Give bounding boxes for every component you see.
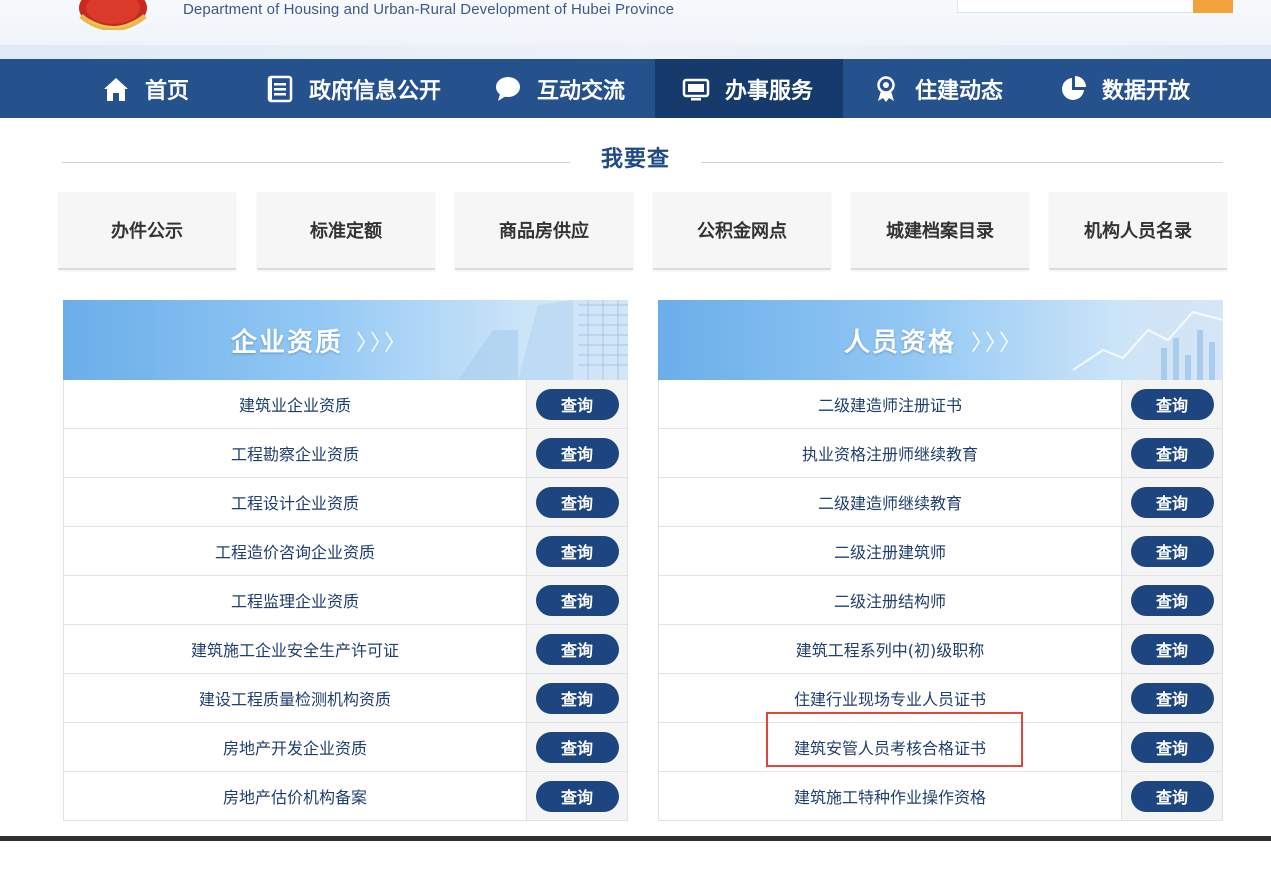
list-item: 执业资格注册师继续教育 查询	[659, 429, 1222, 478]
enterprise-list: 建筑业企业资质 查询 工程勘察企业资质 查询 工程设计企业资质 查询 工程造价咨询企业…	[63, 380, 628, 821]
personnel-panel-title: 人员资格	[844, 328, 957, 358]
search-input[interactable]	[957, 0, 1195, 13]
quick-link-housing-supply[interactable]: 商品房供应	[455, 192, 633, 270]
section-title: 我要查	[600, 147, 670, 172]
list-item: 工程监理企业资质 查询	[64, 576, 627, 625]
search-button[interactable]	[1193, 0, 1233, 13]
item-label[interactable]: 二级注册结构师	[659, 576, 1122, 624]
query-button[interactable]: 查询	[535, 780, 619, 812]
list-item: 建筑安管人员考核合格证书 查询	[659, 723, 1222, 772]
national-emblem-icon	[79, 0, 147, 30]
award-ribbon-icon	[871, 74, 901, 104]
query-button[interactable]: 查询	[1130, 584, 1214, 616]
list-item: 工程设计企业资质 查询	[64, 478, 627, 527]
chevrons-decoration: 〉〉〉	[971, 331, 1025, 356]
monitor-icon	[681, 74, 711, 104]
document-list-icon	[265, 74, 295, 104]
query-button[interactable]: 查询	[1130, 682, 1214, 714]
query-button[interactable]: 查询	[535, 535, 619, 567]
enterprise-qualification-panel: 企业资质 〉〉〉 建筑业企业资质 查询 工程勘察企业资质 查询 工程设计企业资质 查询…	[63, 300, 628, 821]
item-label[interactable]: 工程监理企业资质	[64, 576, 527, 624]
quick-link-agency-staff-directory[interactable]: 机构人员名录	[1049, 192, 1227, 270]
list-item: 工程勘察企业资质 查询	[64, 429, 627, 478]
list-item: 二级建造师继续教育 查询	[659, 478, 1222, 527]
footer-divider	[0, 836, 1271, 841]
list-item: 建筑工程系列中(初)级职称 查询	[659, 625, 1222, 674]
item-label[interactable]: 建筑施工特种作业操作资格	[659, 772, 1122, 820]
home-icon	[101, 74, 131, 104]
nav-item-label: 政府信息公开	[309, 78, 442, 104]
query-button[interactable]: 查询	[535, 437, 619, 469]
list-item: 二级注册结构师 查询	[659, 576, 1222, 625]
main-nav: 首页 政府信息公开 互动交流 办事服务 住建动态 数据开放	[0, 59, 1271, 118]
item-label[interactable]: 建筑业企业资质	[64, 380, 527, 428]
nav-item-label: 办事服务	[725, 78, 814, 104]
list-item: 二级注册建筑师 查询	[659, 527, 1222, 576]
city-skyline-graphic	[458, 300, 628, 380]
nav-item-label: 互动交流	[537, 78, 626, 104]
list-item: 住建行业现场专业人员证书 查询	[659, 674, 1222, 723]
item-label[interactable]: 执业资格注册师继续教育	[659, 429, 1122, 477]
department-english-name: Department of Housing and Urban-Rural De…	[183, 1, 675, 18]
nav-item-label: 数据开放	[1102, 78, 1191, 104]
chat-bubble-icon	[493, 74, 523, 104]
query-button[interactable]: 查询	[1130, 731, 1214, 763]
list-item: 工程造价咨询企业资质 查询	[64, 527, 627, 576]
item-label[interactable]: 二级建造师注册证书	[659, 380, 1122, 428]
query-button[interactable]: 查询	[535, 731, 619, 763]
item-label[interactable]: 房地产估价机构备案	[64, 772, 527, 820]
query-button[interactable]: 查询	[1130, 535, 1214, 567]
personnel-list: 二级建造师注册证书 查询 执业资格注册师继续教育 查询 二级建造师继续教育 查询 二级…	[658, 380, 1223, 821]
enterprise-panel-title: 企业资质	[231, 328, 344, 358]
query-button[interactable]: 查询	[1130, 486, 1214, 518]
query-button[interactable]: 查询	[535, 682, 619, 714]
item-label[interactable]: 建筑施工企业安全生产许可证	[64, 625, 527, 673]
quick-link-urban-archive-catalog[interactable]: 城建档案目录	[851, 192, 1029, 270]
list-item: 房地产开发企业资质 查询	[64, 723, 627, 772]
query-button[interactable]: 查询	[1130, 437, 1214, 469]
nav-item-label: 首页	[145, 78, 190, 104]
item-label[interactable]: 建设工程质量检测机构资质	[64, 674, 527, 722]
chevrons-decoration: 〉〉〉	[356, 331, 410, 356]
item-label[interactable]: 住建行业现场专业人员证书	[659, 674, 1122, 722]
item-label[interactable]: 建筑安管人员考核合格证书	[659, 723, 1122, 771]
item-label[interactable]: 工程勘察企业资质	[64, 429, 527, 477]
quick-link-standard-quota[interactable]: 标准定额	[257, 192, 435, 270]
query-button[interactable]: 查询	[535, 584, 619, 616]
query-button[interactable]: 查询	[535, 388, 619, 420]
query-button[interactable]: 查询	[1130, 388, 1214, 420]
nav-item-label: 住建动态	[915, 78, 1004, 104]
personnel-banner: 人员资格 〉〉〉	[658, 300, 1223, 380]
pie-chart-icon	[1058, 74, 1088, 104]
item-label[interactable]: 二级注册建筑师	[659, 527, 1122, 575]
nav-item-home[interactable]: 首页	[101, 59, 189, 118]
quick-link-provident-fund-outlets[interactable]: 公积金网点	[653, 192, 831, 270]
item-label[interactable]: 工程造价咨询企业资质	[64, 527, 527, 575]
quick-link-case-publicity[interactable]: 办件公示	[58, 192, 236, 270]
list-item: 房地产估价机构备案 查询	[64, 772, 627, 821]
query-button[interactable]: 查询	[535, 486, 619, 518]
nav-item-news[interactable]: 住建动态	[871, 59, 1003, 118]
personnel-qualification-panel: 人员资格 〉〉〉 二级建造师注册证书 查询 执业资格注册师继续教育 查询 二级建造师…	[658, 300, 1223, 821]
nav-item-interaction[interactable]: 互动交流	[493, 59, 625, 118]
query-button[interactable]: 查询	[1130, 780, 1214, 812]
item-label[interactable]: 二级建造师继续教育	[659, 478, 1122, 526]
enterprise-banner: 企业资质 〉〉〉	[63, 300, 628, 380]
nav-item-gov-info[interactable]: 政府信息公开	[265, 59, 441, 118]
item-label[interactable]: 房地产开发企业资质	[64, 723, 527, 771]
list-item: 建筑业企业资质 查询	[64, 380, 627, 429]
list-item: 建筑施工特种作业操作资格 查询	[659, 772, 1222, 821]
nav-item-services[interactable]: 办事服务	[655, 59, 843, 118]
site-header: Department of Housing and Urban-Rural De…	[0, 0, 1271, 59]
item-label[interactable]: 工程设计企业资质	[64, 478, 527, 526]
list-item: 建筑施工企业安全生产许可证 查询	[64, 625, 627, 674]
list-item: 二级建造师注册证书 查询	[659, 380, 1222, 429]
nav-item-open-data[interactable]: 数据开放	[1058, 59, 1190, 118]
data-graph-graphic	[1072, 300, 1223, 380]
query-button[interactable]: 查询	[1130, 633, 1214, 665]
list-item: 建设工程质量检测机构资质 查询	[64, 674, 627, 723]
query-button[interactable]: 查询	[535, 633, 619, 665]
item-label[interactable]: 建筑工程系列中(初)级职称	[659, 625, 1122, 673]
